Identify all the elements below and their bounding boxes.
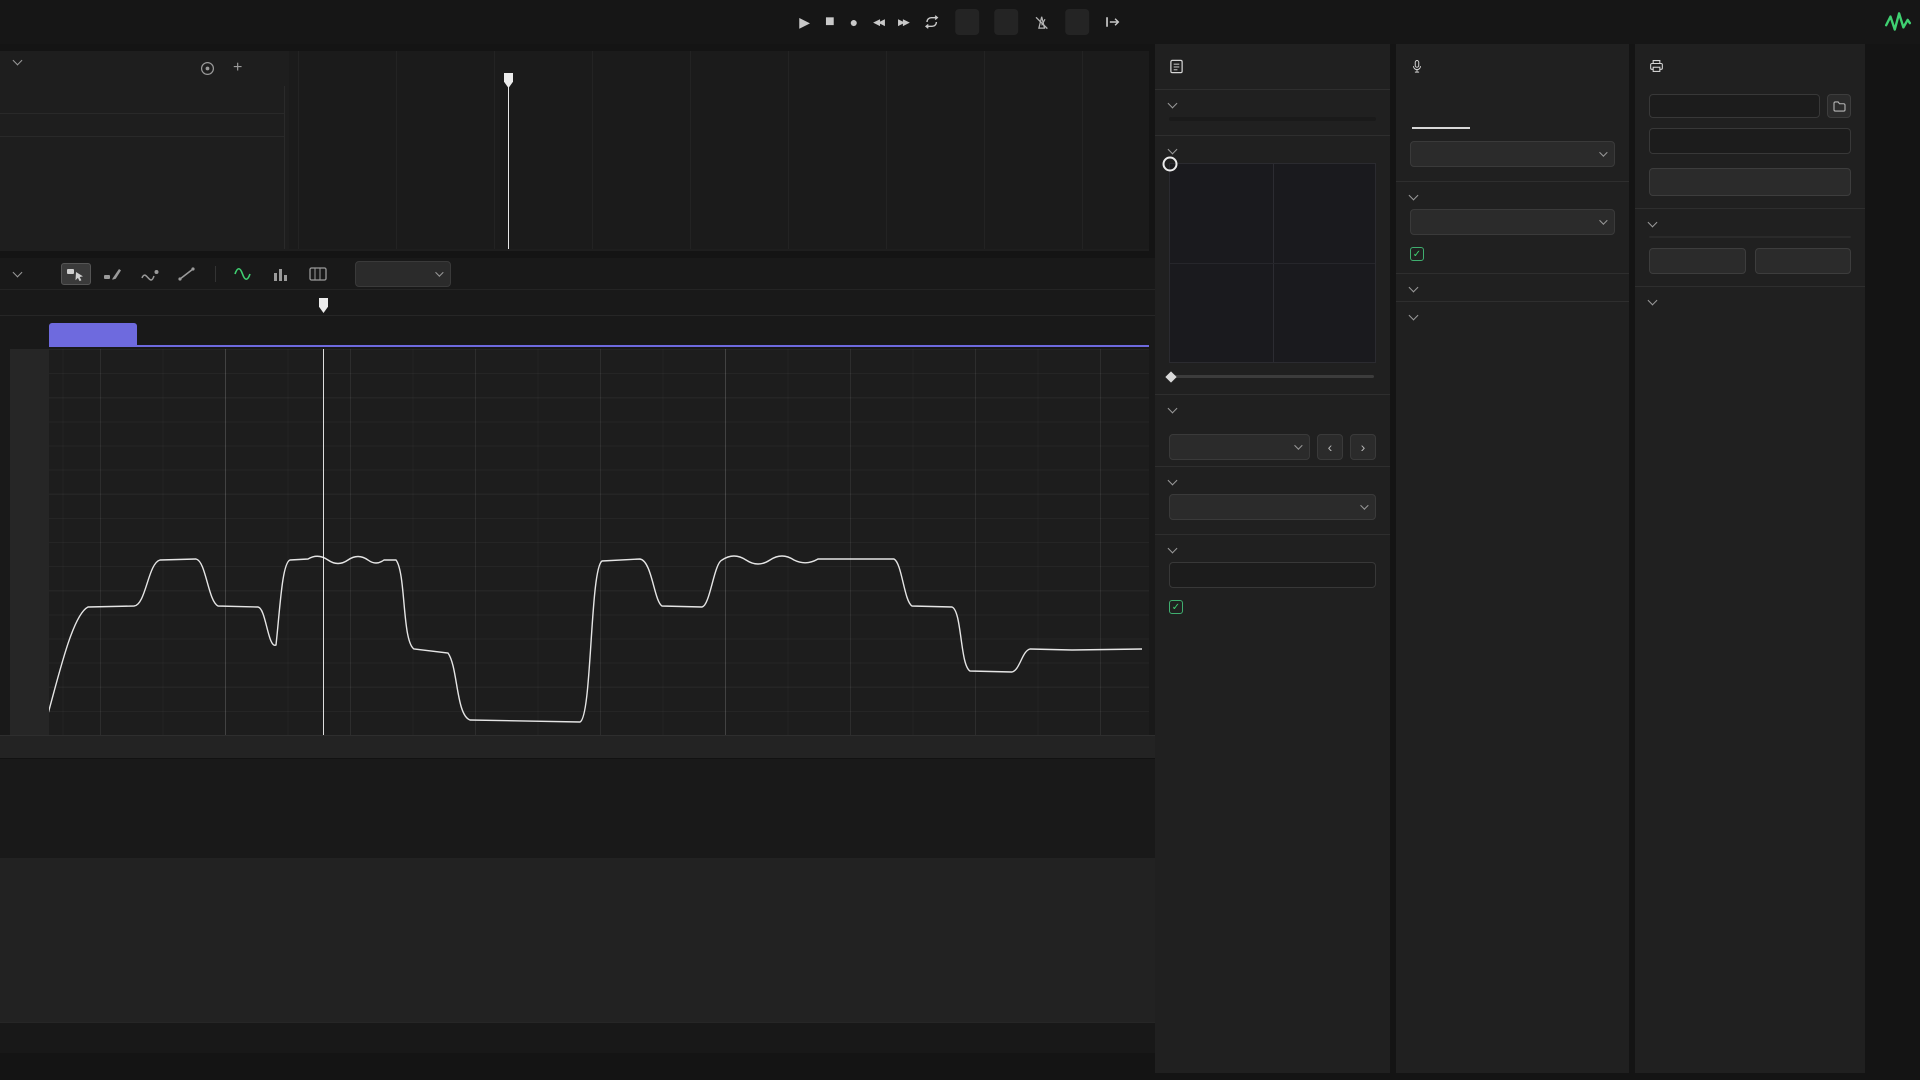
version-select[interactable] [1410, 141, 1615, 167]
phonemes-section-header[interactable] [1169, 548, 1376, 552]
phonemes-input[interactable] [1169, 562, 1376, 588]
unselect-all-button[interactable] [1755, 248, 1852, 274]
mode-section-header[interactable] [1169, 103, 1376, 107]
prev-take-button[interactable]: ‹ [1317, 434, 1343, 460]
record-button[interactable]: ● [850, 14, 858, 30]
add-track-button[interactable]: + [233, 59, 242, 77]
curve-tool[interactable] [135, 263, 165, 285]
rewind-button[interactable]: ◀◀ [873, 17, 883, 28]
bounce-to-files-button[interactable] [1649, 168, 1851, 196]
voice-icon [1410, 59, 1424, 74]
clip-boundary-line [49, 345, 1149, 347]
collapse-arrangement-chevron[interactable] [13, 56, 23, 66]
ai-retakes-section-header[interactable] [1169, 408, 1376, 412]
metronome-icon[interactable] [1033, 14, 1050, 31]
time-signature-display[interactable] [955, 9, 979, 35]
stop-button[interactable]: ■ [825, 13, 835, 31]
render-panel [1635, 44, 1865, 1073]
app-logo-icon [1884, 8, 1912, 36]
expression-xy-pad[interactable] [1169, 163, 1376, 363]
piano-roll-header [0, 258, 1155, 290]
vibrato-handle[interactable] [1165, 371, 1176, 382]
note-grid[interactable] [0, 349, 1155, 735]
evenly-split-checkbox[interactable]: ✓ [1169, 600, 1183, 614]
tracks-section-header[interactable] [1649, 222, 1851, 226]
active-clip-tag[interactable] [49, 323, 137, 345]
notes-panel: ‹ › ✓ [1155, 44, 1390, 1073]
pitch-curve-toggle-icon[interactable] [229, 263, 259, 285]
main-area: + [0, 44, 1920, 1080]
timing-spikes [0, 759, 1155, 1022]
draw-tool[interactable] [98, 263, 128, 285]
expression-section-header[interactable] [1169, 149, 1376, 153]
notes-panel-header [1169, 44, 1376, 85]
loudness-bars-toggle-icon[interactable] [266, 263, 296, 285]
format-section-header[interactable] [1649, 300, 1851, 304]
play-button[interactable]: ▶ [799, 14, 810, 31]
arrangement-playhead-marker[interactable] [504, 73, 513, 88]
render-icon [1649, 59, 1664, 73]
follow-playhead-icon[interactable] [1104, 15, 1121, 29]
browse-folder-button[interactable] [1827, 94, 1851, 118]
app-root: ▶ ■ ● ◀◀ ▶▶ [0, 0, 1920, 1080]
relaxed-consonants-checkbox[interactable]: ✓ [1410, 247, 1424, 261]
vibrato-modulation-slider[interactable] [1171, 375, 1374, 378]
mode-segmented-control [1169, 117, 1376, 121]
fast-forward-button[interactable]: ▶▶ [898, 17, 908, 28]
time-display[interactable] [1065, 9, 1089, 35]
piano-view-toggle-icon[interactable] [303, 263, 333, 285]
piano-roll-panel [0, 258, 1155, 1053]
tempo-row[interactable] [0, 114, 284, 137]
language-section-header[interactable] [1169, 480, 1376, 484]
notes-icon [1169, 59, 1184, 74]
line-tool[interactable] [172, 263, 202, 285]
arrangement-timeline[interactable] [289, 51, 1149, 249]
piano-roll-playhead-marker[interactable] [319, 298, 328, 313]
select-all-button[interactable] [1649, 248, 1746, 274]
clip-tag-row [0, 316, 1155, 349]
voice-avatar-image[interactable] [1396, 85, 1629, 131]
voice-language-section-header[interactable] [1410, 195, 1615, 199]
note-language-select[interactable] [1169, 494, 1376, 520]
expression-handle[interactable] [1163, 157, 1178, 172]
side-icon-rail [1871, 44, 1920, 1080]
arrangement-divider [284, 86, 285, 249]
select-tool[interactable] [61, 263, 91, 285]
editor-tab-bar [0, 1022, 1155, 1053]
transport-bar: ▶ ■ ● ◀◀ ▶▶ [0, 0, 1920, 44]
arrangement-panel: + [0, 51, 1149, 251]
arrangement-playhead[interactable] [508, 81, 509, 249]
arrangement-header [14, 60, 29, 64]
record-mode-icon[interactable] [200, 59, 215, 77]
collapse-piano-roll-chevron[interactable] [13, 267, 23, 277]
relaxed-consonants-row[interactable]: ✓ [1410, 247, 1615, 261]
tempo-display[interactable] [994, 9, 1018, 35]
evenly-split-checkbox-row[interactable]: ✓ [1169, 600, 1376, 614]
file-name-input[interactable] [1649, 128, 1851, 154]
piano-roll-ruler[interactable] [0, 290, 1155, 316]
voice-panel-header [1410, 44, 1615, 85]
piano-roll-playhead[interactable] [323, 349, 324, 735]
vocal-mode-section-header[interactable] [1410, 287, 1615, 291]
grid-size-select[interactable] [355, 261, 451, 287]
loop-icon[interactable] [923, 15, 940, 29]
piano-keys[interactable] [10, 349, 49, 735]
next-take-button[interactable]: › [1350, 434, 1376, 460]
render-panel-header [1649, 44, 1851, 84]
voice-language-select[interactable] [1410, 209, 1615, 235]
signature-row[interactable] [0, 86, 284, 114]
take-select[interactable] [1169, 434, 1310, 460]
parameters-section-header[interactable] [1410, 315, 1615, 319]
phoneme-timing-lane[interactable] [0, 759, 1155, 1022]
destination-folder-input[interactable] [1649, 94, 1820, 118]
phoneme-timing-strip[interactable] [0, 735, 1155, 759]
voice-panel: ✓ [1396, 44, 1629, 1073]
